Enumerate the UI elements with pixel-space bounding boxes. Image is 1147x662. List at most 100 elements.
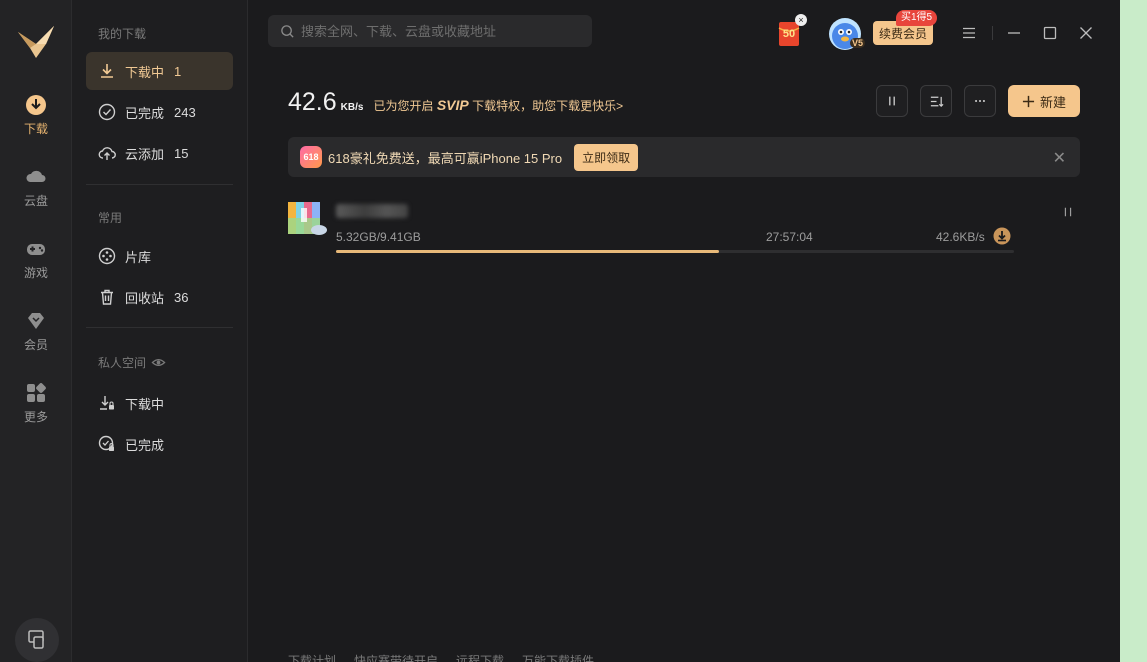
film-reel-icon	[98, 247, 116, 265]
svip-promo-link[interactable]: 已为您开启 SVIP 下载特权，助您下载更快乐>	[373, 97, 623, 114]
cloud-upload-icon	[98, 147, 116, 160]
plus-icon	[1022, 95, 1035, 107]
file-name-blurred	[336, 204, 408, 218]
speedup-icon[interactable]	[993, 227, 1011, 245]
app-window: 下载 云盘 游戏 会员 更多 我的下载 下载中 1 已完成 243 云添加 15…	[0, 0, 1120, 662]
rail-label-vip: 会员	[23, 338, 48, 352]
footer-link-plugin[interactable]: 万能下载插件	[522, 652, 594, 662]
download-circle-icon	[26, 95, 46, 115]
618-badge-icon: 618	[300, 146, 322, 168]
rail-item-games[interactable]: 游戏	[0, 238, 72, 294]
xunlei-bird-logo	[18, 26, 54, 58]
eye-icon[interactable]	[151, 355, 166, 370]
sidebar-item-completed[interactable]: 已完成 243	[86, 93, 233, 131]
task-speed: 42.6KB/s	[936, 230, 985, 244]
more-options-button[interactable]	[964, 85, 996, 117]
pause-icon	[889, 96, 895, 106]
sidebar-item-count: 15	[174, 145, 189, 161]
new-task-button[interactable]: 新建	[1008, 85, 1080, 117]
rail-label-games: 游戏	[23, 266, 48, 280]
pause-all-button[interactable]	[876, 85, 908, 117]
locked-download-icon	[100, 396, 114, 410]
close-window-icon[interactable]	[1078, 25, 1094, 41]
ellipsis-icon	[975, 99, 985, 103]
task-progress-fill	[336, 250, 720, 253]
device-icon	[28, 630, 44, 649]
rail-label-download: 下载	[23, 122, 48, 136]
title-separator	[992, 26, 993, 40]
gift-packet-button[interactable]: 50 ×	[778, 14, 807, 47]
618-badge-text: 618	[303, 152, 319, 162]
sidebar: 我的下载 下载中 1 已完成 243 云添加 15 常用 片库 回收站 36 私…	[72, 0, 248, 662]
maximize-icon[interactable]	[1042, 25, 1058, 41]
trash-icon	[101, 289, 113, 305]
archive-file-icon	[288, 202, 327, 235]
section-title-common: 常用	[98, 211, 123, 225]
sidebar-item-cloud-added[interactable]: 云添加 15	[86, 134, 233, 172]
task-pause-icon[interactable]	[1062, 206, 1074, 218]
footer-link-download-plan[interactable]: 下载计划	[288, 652, 336, 662]
sidebar-item-library[interactable]: 片库	[86, 237, 233, 275]
sidebar-item-count: 243	[174, 104, 196, 120]
footer-link-remote-download[interactable]: 远程下载	[456, 652, 504, 662]
sidebar-divider	[86, 327, 233, 328]
sidebar-item-count: 36	[174, 289, 189, 305]
renew-promo-text: 买1得5	[901, 12, 933, 23]
close-banner-icon[interactable]: ✕	[1053, 148, 1066, 168]
renew-vip-label: 续费会员	[878, 26, 927, 41]
sidebar-item-downloading[interactable]: 下载中 1	[86, 52, 233, 90]
gift-badge-number: 50	[782, 28, 796, 40]
promo-suffix: 下载特权，助您下载更快乐>	[472, 99, 624, 113]
sidebar-item-label: 下载中	[125, 396, 165, 412]
new-task-label: 新建	[1039, 94, 1066, 110]
sort-button[interactable]	[920, 85, 952, 117]
claim-button[interactable]: 立即领取	[574, 143, 639, 171]
promo-banner: 618 618豪礼免费送，最高可赢iPhone 15 Pro 立即领取 ✕	[288, 137, 1080, 177]
close-icon[interactable]: ×	[795, 14, 807, 26]
sidebar-item-label: 片库	[125, 249, 152, 265]
rail-label-cloud: 云盘	[23, 194, 48, 208]
banner-text: 618豪礼免费送，最高可赢iPhone 15 Pro	[328, 150, 563, 166]
promo-svip: SVIP	[436, 97, 469, 113]
task-eta: 27:57:04	[766, 230, 813, 244]
section-title-private: 私人空间	[98, 354, 166, 371]
search-input[interactable]	[301, 23, 581, 39]
sidebar-item-label: 下载中	[125, 64, 165, 80]
promo-prefix: 已为您开启	[373, 99, 434, 113]
left-rail: 下载 云盘 游戏 会员 更多	[0, 0, 72, 662]
menu-icon[interactable]	[961, 25, 977, 41]
task-progress-bar	[336, 250, 1014, 253]
rail-item-download[interactable]: 下载	[0, 94, 72, 150]
minimize-icon[interactable]	[1006, 25, 1022, 41]
section-title-my-downloads: 我的下载	[98, 27, 147, 41]
sort-icon	[930, 96, 943, 107]
sidebar-item-count: 1	[174, 63, 182, 79]
check-circle-icon	[98, 103, 116, 121]
footer-link-express[interactable]: 快应赛带待开启	[354, 652, 438, 662]
download-task-row[interactable]: 5.32GB/9.41GB 27:57:04 42.6KB/s	[288, 200, 1080, 260]
device-switch-button[interactable]	[15, 618, 59, 662]
sidebar-item-label: 云添加	[125, 146, 165, 162]
overall-speed: 42.6 KB/s 已为您开启 SVIP 下载特权，助您下载更快乐>	[288, 88, 623, 117]
sidebar-item-recycle[interactable]: 回收站 36	[86, 278, 233, 316]
speed-value: 42.6	[288, 88, 337, 116]
sidebar-divider	[86, 184, 233, 185]
diamond-icon	[28, 313, 44, 329]
rail-item-more[interactable]: 更多	[0, 382, 72, 438]
sidebar-item-label: 已完成	[125, 437, 165, 453]
search-icon	[281, 24, 294, 38]
vip-level-badge: V5	[850, 38, 866, 48]
renew-promo-tag: 买1得5	[896, 10, 938, 26]
rail-item-vip[interactable]: 会员	[0, 310, 72, 366]
sidebar-item-private-downloading[interactable]: 下载中	[86, 384, 233, 422]
rail-item-cloud[interactable]: 云盘	[0, 166, 72, 222]
grid-more-icon	[27, 383, 46, 402]
gamepad-icon	[27, 244, 45, 255]
cloud-icon	[26, 170, 46, 182]
rail-label-more: 更多	[23, 410, 48, 424]
locked-check-icon	[98, 435, 114, 451]
sidebar-item-label: 已完成	[125, 105, 165, 121]
footer-links: 下载计划 快应赛带待开启 远程下载 万能下载插件	[288, 652, 594, 662]
search-box[interactable]	[268, 15, 592, 47]
sidebar-item-private-completed[interactable]: 已完成	[86, 425, 233, 463]
